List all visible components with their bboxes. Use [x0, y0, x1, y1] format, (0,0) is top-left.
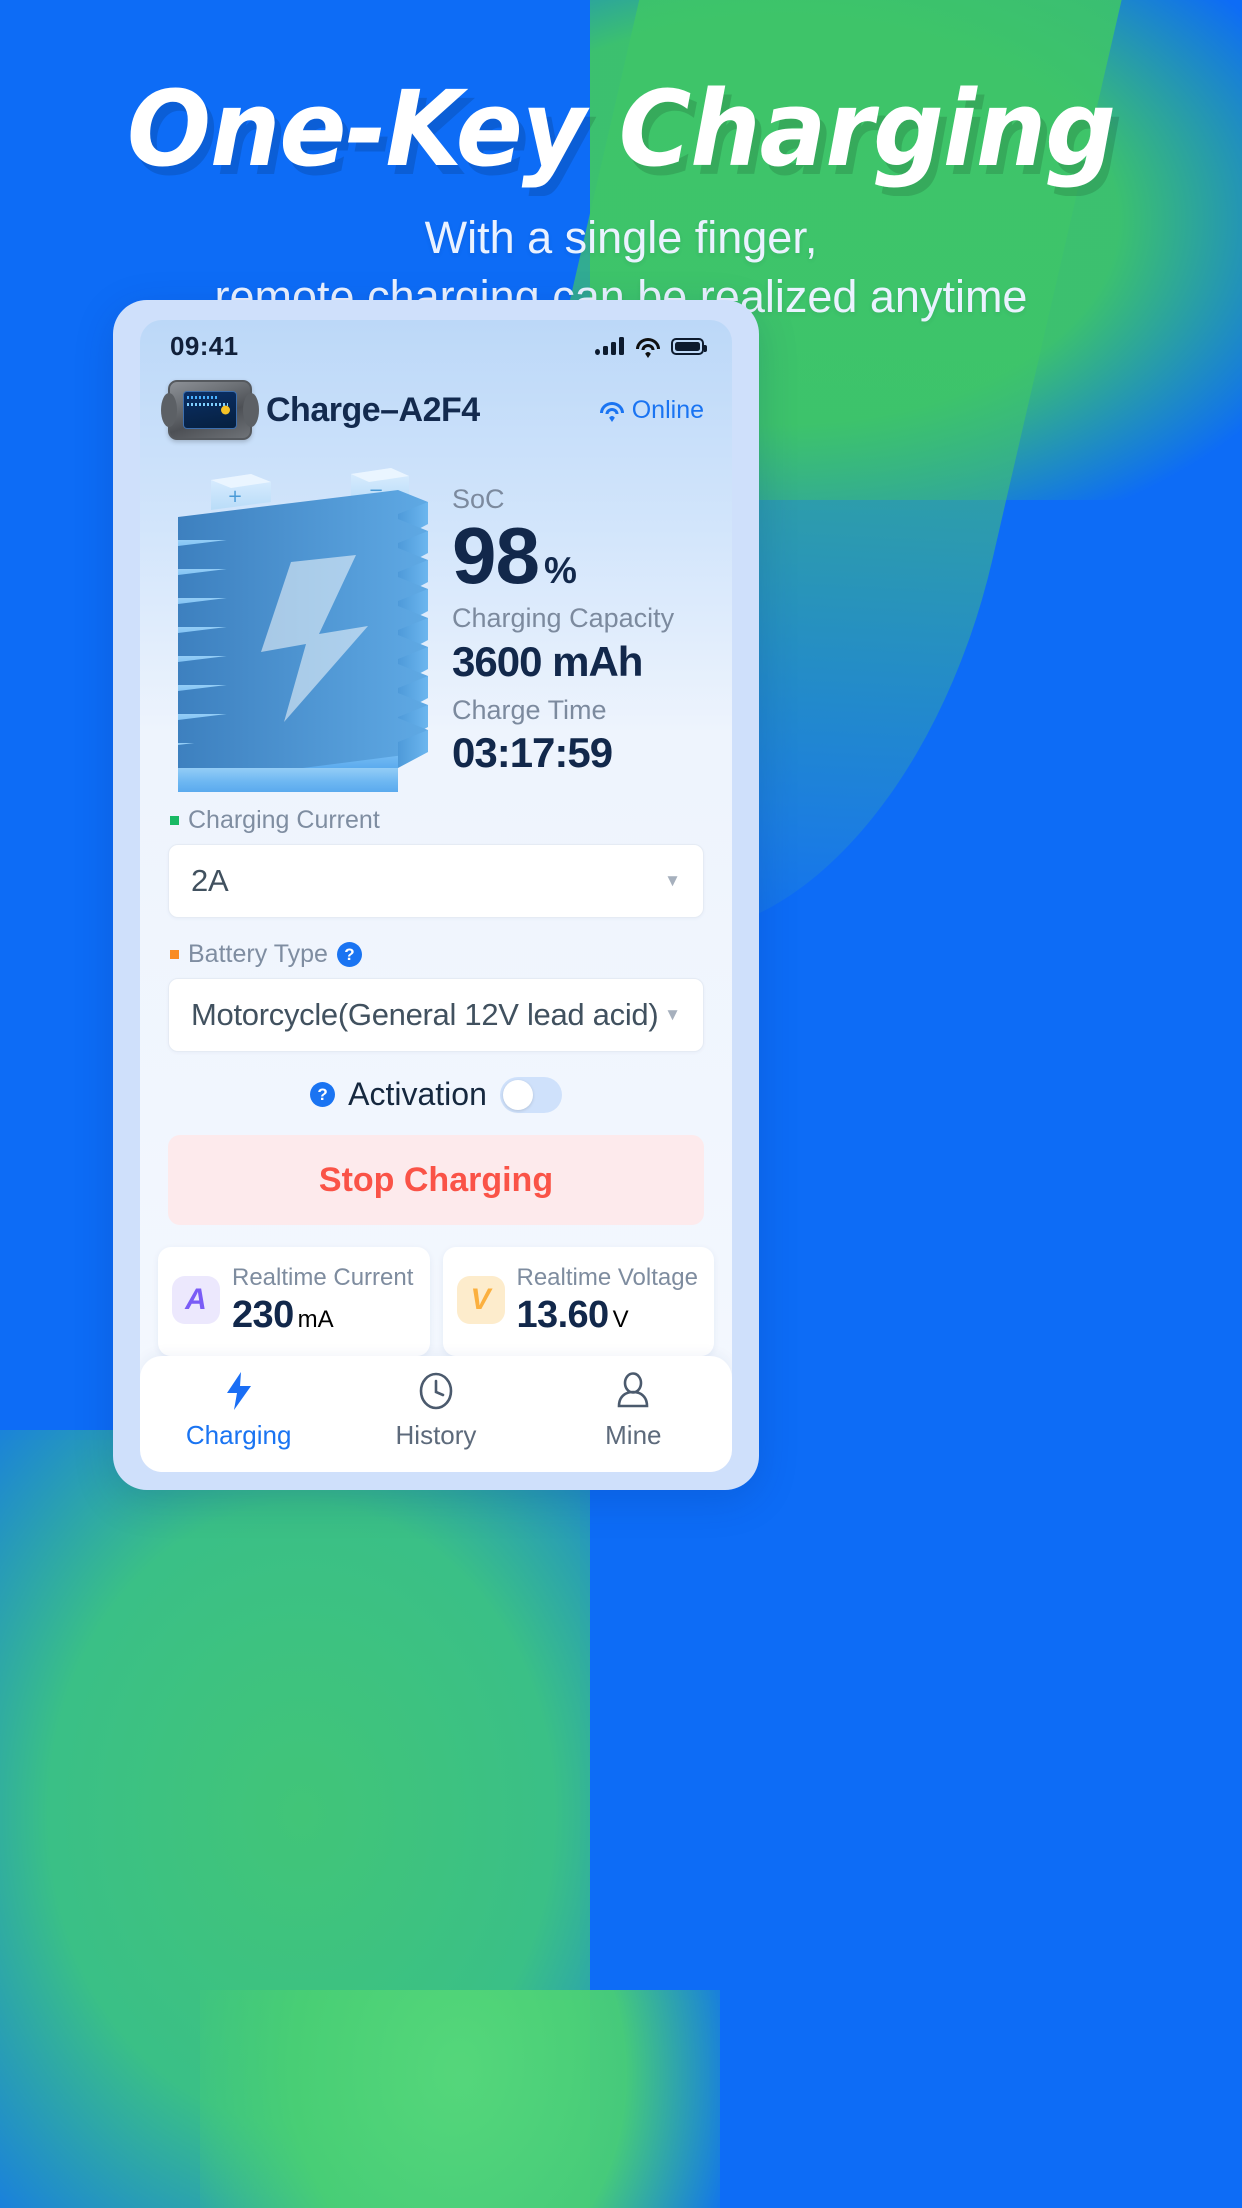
battery-overview: + − SoC 98 % Charging Capacity 3600 mAh …: [140, 440, 732, 792]
battery-type-label: Battery Type: [188, 940, 328, 968]
tab-mine[interactable]: Mine: [535, 1370, 732, 1451]
realtime-voltage-card: V Realtime Voltage 13.60 V: [442, 1247, 714, 1356]
tab-history-label: History: [395, 1420, 477, 1450]
svg-text:+: +: [227, 486, 242, 507]
soc-value: 98: [452, 511, 540, 601]
question-mark-icon[interactable]: ?: [336, 942, 362, 967]
signal-bars-icon: [595, 337, 624, 355]
activation-row: ? Activation: [168, 1076, 704, 1113]
charging-current-select[interactable]: 2A ▼: [168, 844, 704, 918]
bullet-icon: [170, 816, 179, 825]
stacked-lead-acid-battery-illustration: + −: [156, 452, 446, 792]
wifi-icon: [600, 401, 625, 422]
volt-badge-icon: V: [456, 1276, 505, 1325]
tab-history[interactable]: History: [337, 1370, 534, 1451]
battery-full-icon: [671, 337, 707, 355]
soc-readout: 98%: [452, 516, 704, 596]
ampere-badge-icon: A: [172, 1276, 220, 1325]
activation-toggle[interactable]: [499, 1076, 562, 1113]
wifi-icon: [635, 337, 660, 358]
tab-charging-label: Charging: [185, 1420, 292, 1450]
realtime-current-unit: mA: [297, 1306, 334, 1333]
lightning-bolt-icon: [224, 1370, 254, 1412]
bottom-tab-bar: Charging History Mine: [140, 1356, 732, 1472]
subtitle-line-1: With a single finger,: [424, 212, 818, 264]
bullet-icon: [170, 950, 179, 959]
device-header: Charge–A2F4 Online: [140, 372, 732, 440]
activation-label: Activation: [348, 1076, 487, 1112]
battery-stats: SoC 98% Charging Capacity 3600 mAh Charg…: [452, 452, 704, 792]
status-badge: Online: [631, 395, 704, 424]
battery-svg: + −: [178, 468, 428, 792]
realtime-current-title: Realtime Current: [232, 1264, 414, 1291]
realtime-voltage-readout: 13.60 V: [517, 1293, 698, 1338]
green-blob-bottom-center: [200, 1990, 720, 2208]
question-mark-icon[interactable]: ?: [310, 1082, 336, 1107]
status-bar: 09:41: [140, 320, 732, 372]
device-name: Charge–A2F4: [266, 390, 480, 429]
tab-mine-label: Mine: [605, 1420, 662, 1450]
charging-form: Charging Current 2A ▼ Battery Type ? Mot…: [140, 792, 732, 1225]
charging-current-label-row: Charging Current: [170, 806, 704, 835]
realtime-voltage-unit: V: [612, 1306, 629, 1333]
chevron-down-icon: ▼: [664, 871, 681, 890]
charge-time-value: 03:17:59: [452, 729, 613, 777]
realtime-current-card: A Realtime Current 230 mA: [158, 1247, 430, 1356]
stop-charging-button[interactable]: Stop Charging: [168, 1135, 704, 1225]
realtime-current-value: 230: [232, 1294, 294, 1336]
charge-time-label: Charge Time: [452, 694, 607, 725]
realtime-metrics: A Realtime Current 230 mA V Realtime Volt…: [140, 1225, 732, 1356]
status-bar-time: 09:41: [170, 330, 239, 361]
charging-current-label: Charging Current: [188, 806, 380, 834]
person-icon: [616, 1370, 650, 1412]
clock-icon: [418, 1370, 454, 1412]
capacity-label: Charging Capacity: [452, 603, 675, 634]
battery-type-label-row: Battery Type ?: [170, 940, 704, 969]
positive-terminal: +: [211, 474, 271, 510]
device-online-status: Online: [600, 396, 704, 425]
capacity-value: 3600 mAh: [452, 637, 643, 685]
battery-type-value: Motorcycle(General 12V lead acid): [191, 997, 659, 1032]
battery-charger-device-image: [161, 380, 259, 440]
page-title: One-Key Charging: [126, 68, 1116, 190]
phone-mockup-frame: 09:41 Charge–A2F4 Online + − SoC 98 % Ch…: [113, 300, 759, 1490]
tab-charging[interactable]: Charging: [140, 1370, 337, 1451]
hero-section: One-Key Charging With a single finger, r…: [0, 76, 1242, 327]
realtime-voltage-title: Realtime Voltage: [516, 1264, 698, 1291]
soc-unit: %: [543, 550, 577, 592]
realtime-voltage-value: 13.60: [516, 1294, 610, 1336]
status-bar-icons: [595, 337, 707, 358]
phone-screen: 09:41 Charge–A2F4 Online + − SoC 98 % Ch…: [140, 320, 732, 1472]
charging-current-value: 2A: [191, 863, 229, 898]
chevron-down-icon: ▼: [664, 1005, 681, 1024]
realtime-current-readout: 230 mA: [232, 1293, 413, 1338]
battery-type-select[interactable]: Motorcycle(General 12V lead acid) ▼: [168, 978, 704, 1052]
